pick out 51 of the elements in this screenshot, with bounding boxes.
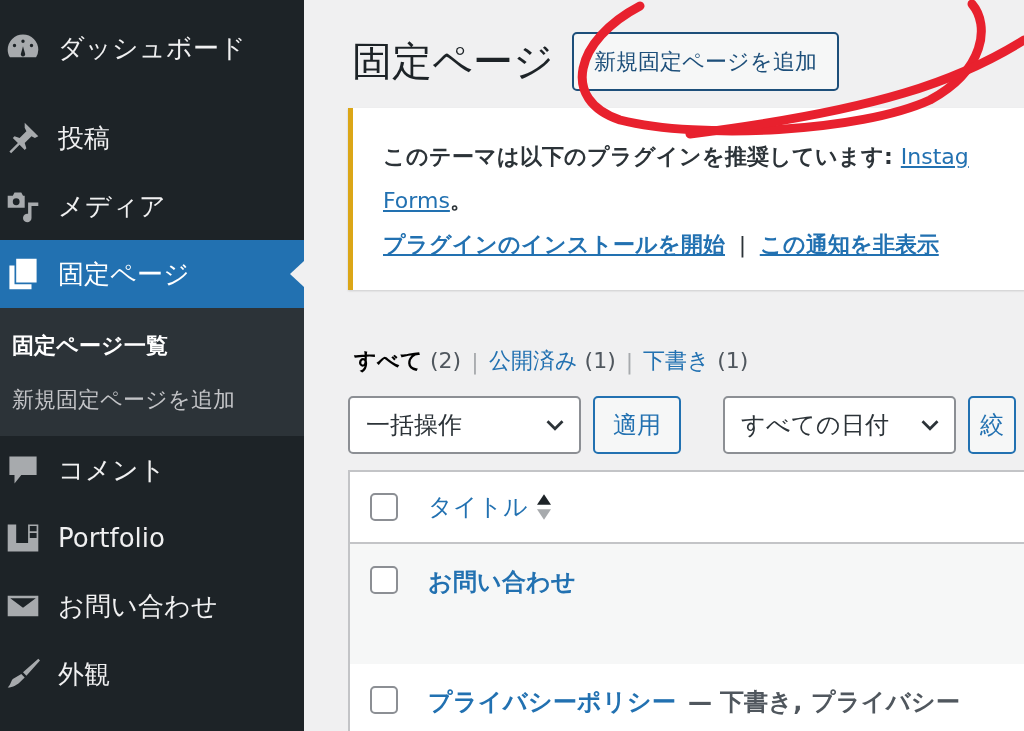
sidebar-item[interactable]: Portfolio [0,504,304,572]
separator-text: | [471,348,479,374]
plugin-link[interactable]: Instag [900,144,969,169]
dismiss-notice-link[interactable]: この通知を非表示 [759,232,939,257]
separator-text: | [738,232,747,257]
separator-text: | [625,348,634,374]
date-filter-dropdown[interactable]: すべての日付 [723,396,956,454]
plugin-link[interactable]: Forms [383,188,450,213]
grid-layout-icon [6,521,40,555]
page-title-link[interactable]: プライバシーポリシー [428,688,676,716]
sidebar-item[interactable]: 固定ページ [0,240,304,308]
bulk-action-dropdown[interactable]: 一括操作 [348,396,581,454]
menu-label: Portfolio [58,523,165,553]
filter-button[interactable]: 絞 [968,396,1016,454]
row-checkbox[interactable] [370,566,398,594]
sidebar-item[interactable]: 外観 [0,640,304,708]
status-filter-link[interactable]: 下書き (1) [643,346,749,376]
post-state-text: — 下書き, プライバシー [688,688,960,716]
sidebar-item[interactable]: お問い合わせ [0,572,304,640]
title-column-header[interactable]: タイトル [428,491,528,523]
status-filter-link[interactable]: 公開済み (1) [488,346,616,376]
sidebar-item[interactable]: ダッシュボード [0,14,304,82]
current-menu-pointer [290,261,304,287]
select-all-checkbox[interactable] [370,493,398,521]
chevron-down-icon [920,418,940,432]
install-plugins-link[interactable]: プラグインのインストールを開始 [383,232,725,257]
notice-period: 。 [449,188,472,213]
menu-label: 固定ページ [58,257,190,291]
pushpin-icon [6,121,40,155]
status-filter-link[interactable]: すべて (2) [354,346,462,376]
menu-label: 外観 [58,657,110,691]
chevron-down-icon [545,418,565,432]
menu-label: ダッシュボード [58,31,246,65]
apply-button[interactable]: 適用 [593,396,681,454]
pages-icon [6,257,40,291]
menu-label: コメント [58,453,166,487]
menu-label: お問い合わせ [58,589,218,623]
page-title-link[interactable]: お問い合わせ [428,568,576,596]
sidebar-item[interactable]: 投稿 [0,104,304,172]
row-checkbox[interactable] [370,686,398,714]
sidebar-item[interactable]: コメント [0,436,304,504]
camera-music-icon [6,189,40,223]
menu-label: メディア [58,189,166,223]
submenu-item[interactable]: 固定ページ一覧 [0,326,304,366]
menu-label: 投稿 [58,121,110,155]
notice-text: このテーマは以下のプラグインを推奨しています: [383,144,893,169]
page-title: 固定ページ [352,37,554,86]
sort-arrows-icon [536,493,552,521]
submenu-item[interactable]: 新規固定ページを追加 [0,380,304,420]
add-new-page-button[interactable]: 新規固定ページを追加 [572,32,839,91]
sidebar-item[interactable]: メディア [0,172,304,240]
